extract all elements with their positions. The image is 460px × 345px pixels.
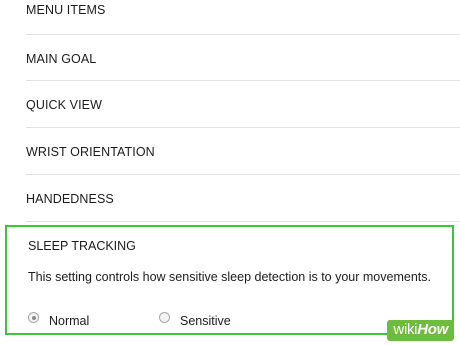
radio-option-normal[interactable]: Normal — [28, 311, 118, 328]
menu-item-wrist-orientation[interactable]: WRIST ORIENTATION — [26, 129, 460, 175]
menu-item-quick-view[interactable]: QUICK VIEW — [26, 82, 460, 128]
menu-item-label: WRIST ORIENTATION — [26, 145, 155, 159]
wikihow-watermark-logo: wikiHow — [387, 320, 454, 341]
sleep-tracking-panel: SLEEP TRACKING This setting controls how… — [5, 225, 454, 335]
watermark-part-2: How — [417, 321, 448, 338]
menu-item-label: MENU ITEMS — [26, 3, 106, 17]
sleep-tracking-description: This setting controls how sensitive slee… — [28, 270, 431, 284]
radio-label-sensitive: Sensitive — [180, 314, 231, 328]
radio-option-sensitive[interactable]: Sensitive — [159, 311, 249, 328]
menu-item-label: HANDEDNESS — [26, 192, 114, 206]
menu-item-main-goal[interactable]: MAIN GOAL — [26, 35, 460, 81]
radio-button-normal[interactable] — [28, 312, 39, 323]
watermark-part-1: wiki — [393, 321, 418, 338]
sleep-tracking-title: SLEEP TRACKING — [28, 239, 136, 253]
menu-item-menu-items[interactable]: MENU ITEMS — [26, 0, 460, 35]
menu-item-label: QUICK VIEW — [26, 98, 103, 112]
menu-item-handedness[interactable]: HANDEDNESS — [26, 176, 460, 222]
radio-label-normal: Normal — [49, 314, 90, 328]
menu-item-label: MAIN GOAL — [26, 52, 97, 66]
radio-button-sensitive[interactable] — [159, 312, 170, 323]
